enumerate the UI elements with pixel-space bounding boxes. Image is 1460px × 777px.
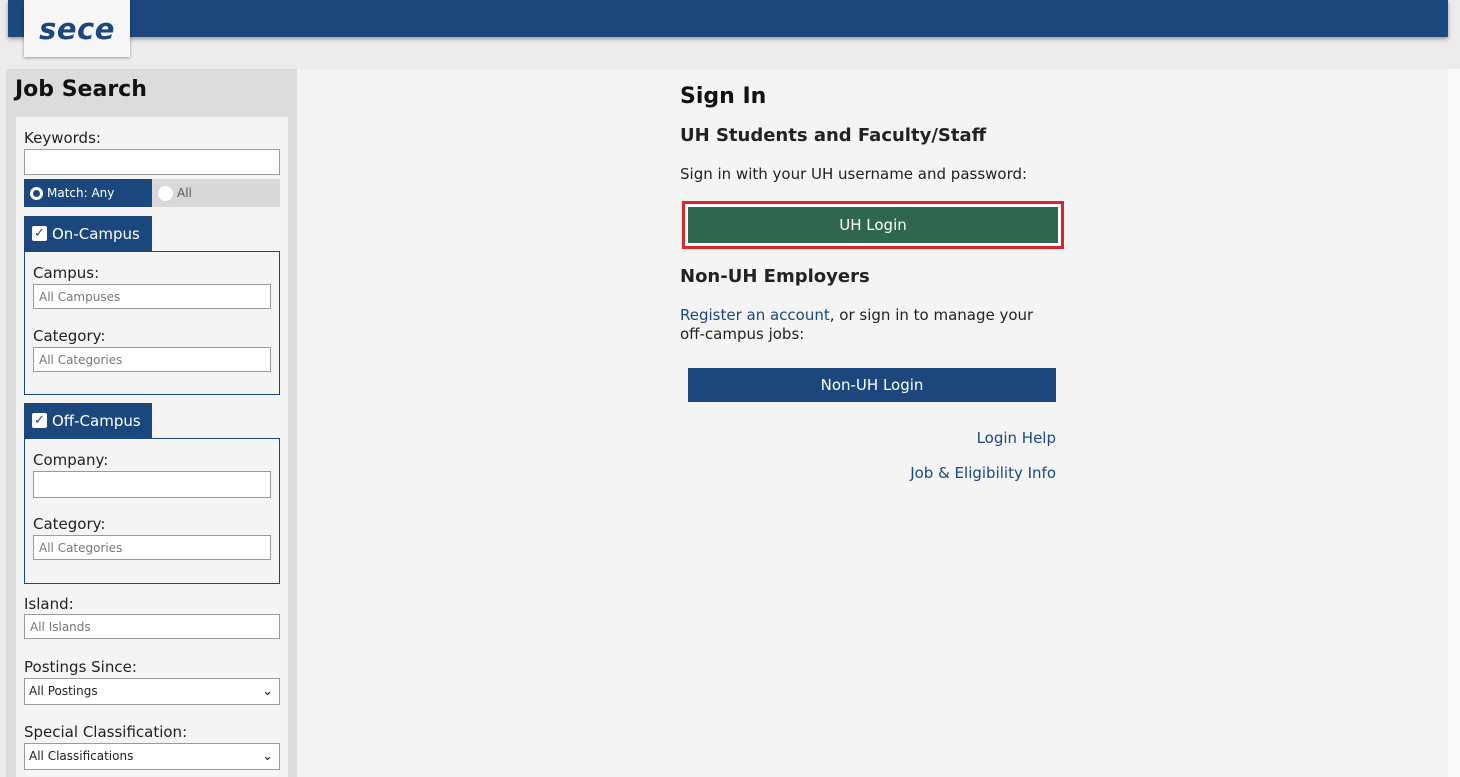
page-title: Sign In [680,84,767,109]
login-help-link[interactable]: Login Help [977,429,1056,447]
non-uh-login-button[interactable]: Non-UH Login [688,368,1056,402]
uh-login-button[interactable]: UH Login [688,207,1058,243]
non-uh-section-heading: Non-UH Employers [680,266,870,287]
job-search-sidebar: Job Search Keywords: Match: Any All ✓ On… [6,69,297,777]
off-campus-group: Company: Category: All Categories [24,438,280,584]
uh-login-highlight: UH Login [682,201,1064,249]
uh-instructions: Sign in with your UH username and passwo… [680,165,1028,183]
on-campus-category-label: Category: [33,327,106,345]
keywords-label: Keywords: [24,129,101,147]
radio-selected-icon [30,186,43,200]
special-classification-label: Special Classification: [24,723,188,741]
non-uh-instructions: Register an account, or sign in to manag… [680,306,1055,344]
checkbox-checked-icon[interactable]: ✓ [32,413,47,428]
island-label: Island: [24,595,74,613]
special-classification-select[interactable]: All Classifications ⌄ [24,743,280,770]
uh-section-heading: UH Students and Faculty/Staff [680,125,987,146]
on-campus-tab[interactable]: ✓ On-Campus [24,216,152,251]
postings-since-select[interactable]: All Postings ⌄ [24,678,280,705]
match-all-option[interactable]: All [158,179,280,207]
match-toggle: Match: Any All [24,179,280,207]
postings-since-value: All Postings [29,684,98,698]
page-edge [1448,69,1460,777]
match-any-option[interactable]: Match: Any [24,179,152,207]
special-classification-value: All Classifications [29,749,134,763]
company-label: Company: [33,451,109,469]
radio-unselected-icon [158,185,173,201]
off-campus-tab[interactable]: ✓ Off-Campus [24,403,152,438]
campus-label: Campus: [33,264,100,282]
match-any-label: Match: Any [47,186,115,200]
campus-input[interactable]: All Campuses [33,284,271,309]
company-input[interactable] [33,471,271,498]
keywords-input[interactable] [24,149,280,175]
chevron-down-icon: ⌄ [262,684,273,699]
job-search-title: Job Search [15,77,147,102]
off-campus-category-label: Category: [33,515,106,533]
job-search-form: Keywords: Match: Any All ✓ On-Campus Cam… [16,117,288,777]
match-all-label: All [177,186,192,200]
island-input[interactable]: All Islands [24,614,280,639]
site-logo[interactable]: sece [24,0,130,57]
off-campus-category-input[interactable]: All Categories [33,535,271,560]
on-campus-group: Campus: All Campuses Category: All Categ… [24,251,280,395]
register-account-link[interactable]: Register an account [680,306,830,324]
checkbox-checked-icon[interactable]: ✓ [32,226,47,241]
top-banner [8,0,1448,37]
job-eligibility-info-link[interactable]: Job & Eligibility Info [910,464,1056,482]
off-campus-label: Off-Campus [52,411,141,430]
chevron-down-icon: ⌄ [262,749,273,764]
on-campus-label: On-Campus [52,224,140,243]
on-campus-category-input[interactable]: All Categories [33,347,271,372]
postings-since-label: Postings Since: [24,658,137,676]
